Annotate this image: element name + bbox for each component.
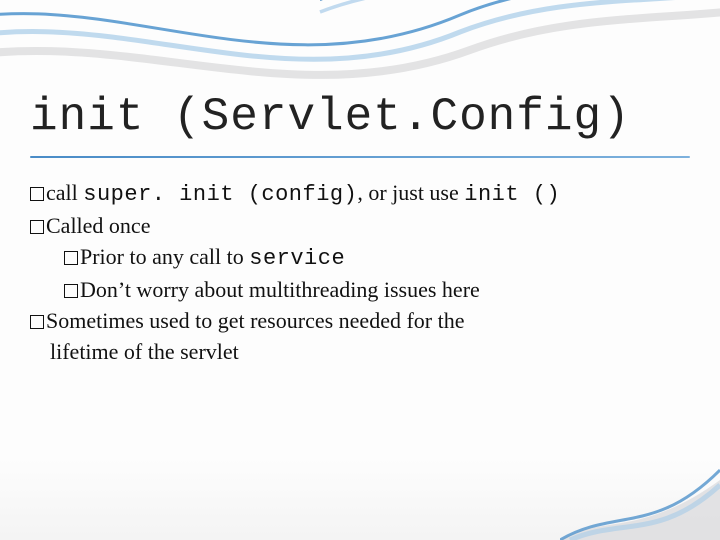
square-bullet-icon xyxy=(64,251,78,265)
bullet-2-1-text: Prior to any call to xyxy=(80,244,249,269)
square-bullet-icon xyxy=(64,284,78,298)
bullet-1-text-b: , or just use xyxy=(357,180,464,205)
bullet-3-line1: Sometimes used to get resources needed f… xyxy=(30,306,690,335)
bullet-2-1-code: service xyxy=(249,246,345,271)
bullet-1-text-a: call xyxy=(46,180,83,205)
bullet-3-line2: lifetime of the servlet xyxy=(30,337,690,366)
bullet-2: Called once xyxy=(30,211,690,240)
bullet-1-code-a: super. init (config) xyxy=(83,182,357,207)
slide-title: init (Servlet.Config) xyxy=(30,92,690,143)
square-bullet-icon xyxy=(30,187,44,201)
bullet-2-1: Prior to any call to service xyxy=(64,242,690,273)
square-bullet-icon xyxy=(30,220,44,234)
bullet-3-text-line2: lifetime of the servlet xyxy=(50,339,239,364)
bullet-2-2-text: Don’t worry about multithreading issues … xyxy=(80,277,480,302)
square-bullet-icon xyxy=(30,315,44,329)
bullet-2-2: Don’t worry about multithreading issues … xyxy=(64,275,690,304)
title-underline xyxy=(30,156,690,158)
title-part-b: Config) xyxy=(430,91,630,143)
bullet-2-text: Called once xyxy=(46,213,150,238)
bullet-1: call super. init (config), or just use i… xyxy=(30,178,690,209)
bullet-3-text-line1: Sometimes used to get resources needed f… xyxy=(46,308,464,333)
slide-body: call super. init (config), or just use i… xyxy=(30,176,690,368)
bullet-1-code-b: init () xyxy=(464,182,560,207)
slide: init (Servlet.Config) call super. init (… xyxy=(0,0,720,540)
decorative-corner-wave xyxy=(560,420,720,540)
title-part-a: init (Servlet. xyxy=(30,91,430,143)
